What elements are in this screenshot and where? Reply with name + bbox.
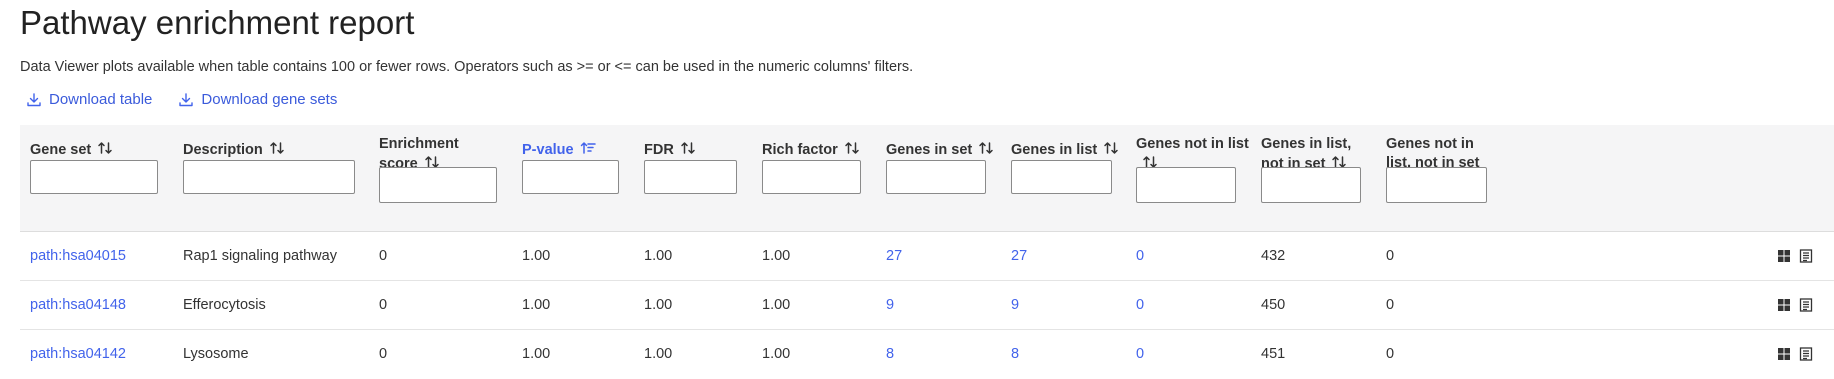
cell-gene-set[interactable]: path:hsa04142 (30, 330, 126, 378)
list-view-icon[interactable] (1798, 248, 1814, 264)
cell-p-value: 1.00 (522, 248, 551, 264)
download-table-label: Download table (49, 91, 153, 108)
cell-genes-in-list[interactable]: 9 (1011, 281, 1019, 329)
download-gene-sets-label: Download gene sets (201, 91, 338, 108)
row-actions (1776, 346, 1814, 362)
list-view-icon[interactable] (1798, 346, 1814, 362)
table-row: path:hsa04015 Rap1 signaling pathway 0 1.00… (20, 232, 1834, 281)
filter-input-enrichment-score[interactable] (379, 167, 497, 203)
cell-gene-set[interactable]: path:hsa04015 (30, 232, 126, 280)
cell-genes-in-list[interactable]: 8 (1011, 330, 1019, 378)
filter-input-p-value[interactable] (522, 160, 619, 194)
cell-genes-not-in-list-not-in-set: 0 (1386, 297, 1395, 313)
cell-genes-not-in-list-not-in-set: 0 (1386, 346, 1395, 362)
table-row: path:hsa04148 Efferocytosis 0 1.00 1.00 1.00 9… (20, 281, 1834, 330)
cell-genes-not-in-list[interactable]: 0 (1136, 330, 1144, 378)
column-label[interactable]: P-value (522, 142, 574, 158)
results-table: Gene set Description Enrichment score P-val… (20, 125, 1834, 379)
table-row: path:hsa04142 Lysosome 0 1.00 1.00 1.00 8 8 0 451… (20, 330, 1834, 379)
filter-input-genes-in-list[interactable] (1011, 160, 1112, 194)
download-actions: Download table Download gene sets (26, 91, 363, 108)
column-label[interactable]: Description (183, 142, 263, 158)
download-gene-sets-link[interactable]: Download gene sets (178, 91, 337, 108)
column-label[interactable]: Gene set (30, 142, 91, 158)
sort-icon[interactable] (680, 140, 696, 156)
cell-genes-in-set[interactable]: 27 (886, 232, 902, 280)
filter-input-genes-not-in-list[interactable] (1136, 167, 1236, 203)
cell-genes-in-list-not-in-set: 450 (1261, 297, 1286, 313)
cell-p-value: 1.00 (522, 346, 551, 362)
cell-description: Rap1 signaling pathway (183, 248, 337, 264)
filter-input-genes-not-in-list-not-in-set[interactable] (1386, 167, 1487, 203)
grid-view-icon[interactable] (1776, 346, 1792, 362)
cell-enrichment-score: 0 (379, 297, 388, 313)
cell-genes-not-in-list[interactable]: 0 (1136, 232, 1144, 280)
column-label[interactable]: Genes not in list, not in set (1386, 136, 1479, 171)
sort-icon[interactable] (97, 140, 113, 156)
filter-input-genes-in-list-not-in-set[interactable] (1261, 167, 1361, 203)
table-header: Gene set Description Enrichment score P-val… (20, 125, 1834, 232)
page-description: Data Viewer plots available when table c… (20, 59, 914, 75)
column-label[interactable]: Genes not in list (1136, 136, 1249, 152)
cell-genes-in-set[interactable]: 8 (886, 330, 894, 378)
cell-genes-in-list[interactable]: 27 (1011, 232, 1027, 280)
cell-p-value: 1.00 (522, 297, 551, 313)
sort-icon[interactable] (269, 140, 285, 156)
cell-description: Lysosome (183, 346, 249, 362)
grid-view-icon[interactable] (1776, 248, 1792, 264)
column-label[interactable]: Genes in list (1011, 142, 1097, 158)
cell-gene-set[interactable]: path:hsa04148 (30, 281, 126, 329)
download-icon (27, 92, 41, 106)
download-table-link[interactable]: Download table (26, 91, 152, 108)
cell-fdr: 1.00 (644, 297, 673, 313)
cell-fdr: 1.00 (644, 248, 673, 264)
cell-enrichment-score: 0 (379, 346, 388, 362)
filter-input-fdr[interactable] (644, 160, 737, 194)
sort-ascending-icon[interactable] (580, 140, 596, 156)
cell-genes-not-in-list[interactable]: 0 (1136, 281, 1144, 329)
cell-genes-in-set[interactable]: 9 (886, 281, 894, 329)
cell-rich-factor: 1.00 (762, 297, 791, 313)
column-label[interactable]: FDR (644, 142, 674, 158)
row-actions (1776, 248, 1814, 264)
cell-genes-not-in-list-not-in-set: 0 (1386, 248, 1395, 264)
cell-rich-factor: 1.00 (762, 346, 791, 362)
grid-view-icon[interactable] (1776, 297, 1792, 313)
filter-input-rich-factor[interactable] (762, 160, 861, 194)
table-body: path:hsa04015 Rap1 signaling pathway 0 1.00… (20, 232, 1834, 379)
list-view-icon[interactable] (1798, 297, 1814, 313)
cell-enrichment-score: 0 (379, 248, 388, 264)
row-actions (1776, 297, 1814, 313)
cell-genes-in-list-not-in-set: 451 (1261, 346, 1286, 362)
cell-rich-factor: 1.00 (762, 248, 791, 264)
column-label[interactable]: Genes in set (886, 142, 972, 158)
page-title: Pathway enrichment report (20, 4, 415, 41)
cell-description: Efferocytosis (183, 297, 266, 313)
column-label[interactable]: Rich factor (762, 142, 838, 158)
cell-genes-in-list-not-in-set: 432 (1261, 248, 1286, 264)
sort-icon[interactable] (844, 140, 860, 156)
filter-input-gene-set[interactable] (30, 160, 158, 194)
cell-fdr: 1.00 (644, 346, 673, 362)
sort-icon[interactable] (1103, 140, 1119, 156)
sort-icon[interactable] (978, 140, 994, 156)
download-icon (179, 92, 194, 106)
filter-input-description[interactable] (183, 160, 355, 194)
filter-input-genes-in-set[interactable] (886, 160, 986, 194)
